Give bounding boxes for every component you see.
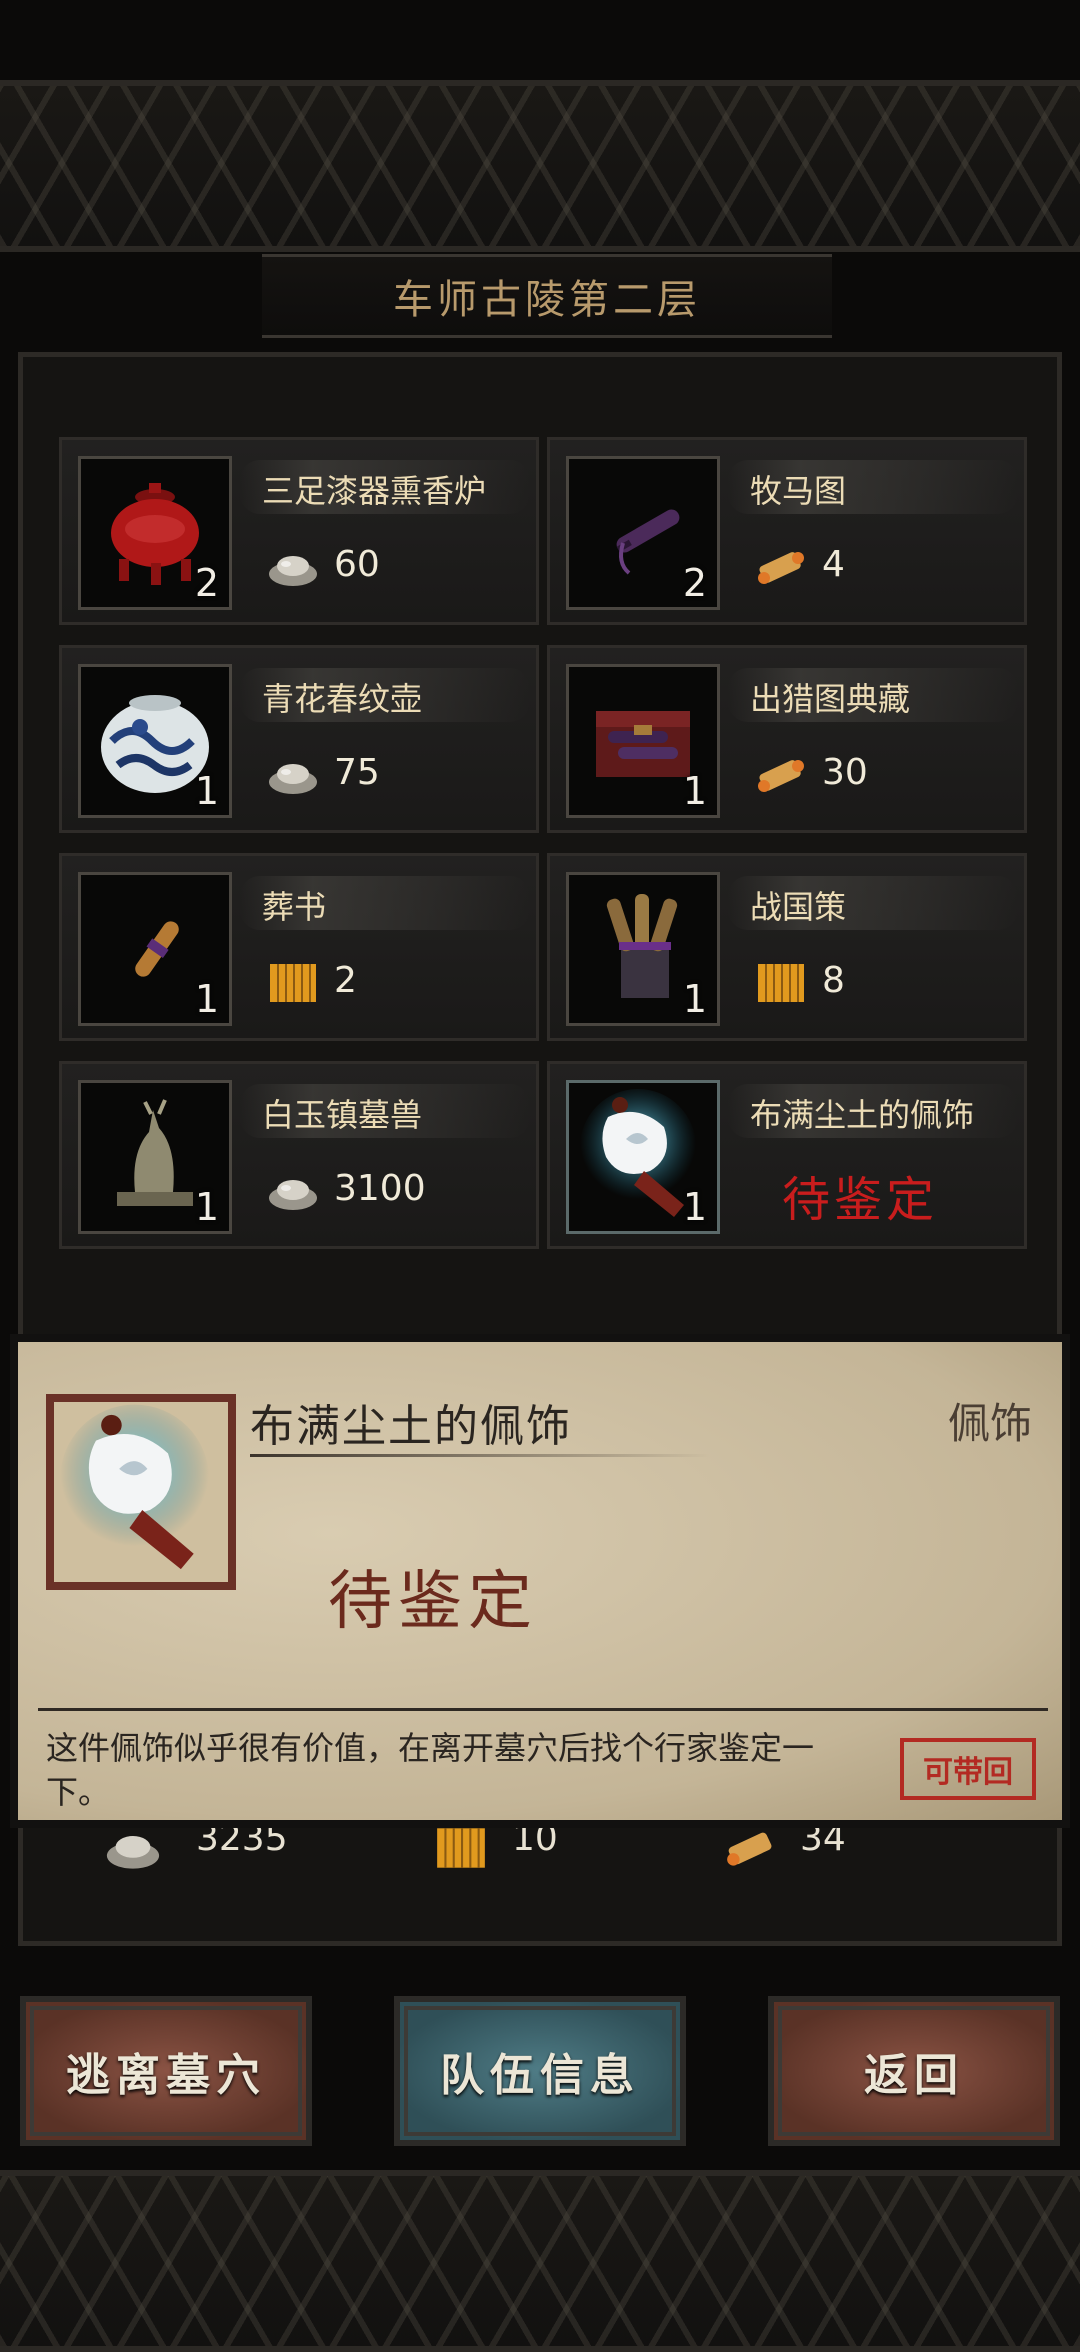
bamboo-slip-icon [270, 964, 316, 1002]
popup-item-description: 这件佩饰似乎很有价值，在离开墓穴后找个行家鉴定一下。 [46, 1729, 815, 1811]
item-quantity: 1 [682, 769, 707, 813]
team-info-button[interactable]: 队伍信息 [394, 1996, 686, 2146]
item-thumb: 1 [566, 1080, 720, 1234]
back-button[interactable]: 返回 [768, 1996, 1060, 2146]
item-price: 4 [822, 544, 845, 585]
item-thumb: 1 [566, 872, 720, 1026]
carry-back-stamp: 可带回 [900, 1738, 1036, 1800]
item-thumb: 1 [78, 1080, 232, 1234]
item-thumb: 1 [78, 872, 232, 1026]
scroll-icon [758, 552, 804, 584]
item-price: 30 [822, 752, 868, 793]
silver-icon [269, 764, 317, 794]
popup-item-name: 布满尘土的佩饰 [250, 1401, 572, 1452]
divider [38, 1708, 1048, 1711]
loot-slot[interactable]: 1 葬书 2 [59, 853, 539, 1041]
item-name: 青花春纹壶 [262, 680, 423, 718]
title-bar: 车师古陵第二层 [262, 254, 832, 338]
item-price: 75 [334, 752, 380, 793]
top-frieze [0, 80, 1080, 252]
item-thumb: 2 [566, 456, 720, 610]
popup-item-thumb [46, 1394, 236, 1590]
item-detail-popup[interactable]: 布满尘土的佩饰 佩饰 待鉴定 这件佩饰似乎很有价值，在离开墓穴后找个行家鉴定一下… [10, 1334, 1070, 1828]
escape-tomb-button[interactable]: 逃离墓穴 [20, 1996, 312, 2146]
item-quantity: 2 [682, 561, 707, 605]
loot-slot[interactable]: 2 三足漆器熏香炉 60 [59, 437, 539, 625]
item-name: 白玉镇墓兽 [262, 1096, 423, 1134]
item-thumb: 2 [78, 456, 232, 610]
loot-slot[interactable]: 1 白玉镇墓兽 3100 [59, 1061, 539, 1249]
silver-icon [269, 1180, 317, 1210]
item-price: 2 [334, 960, 357, 1001]
scroll-icon [758, 760, 804, 792]
scroll-icon [727, 1832, 772, 1866]
item-quantity: 2 [194, 561, 219, 605]
item-name: 布满尘土的佩饰 [750, 1096, 975, 1134]
loot-slot[interactable]: 1 青花春纹壶 75 [59, 645, 539, 833]
item-price: 60 [334, 544, 380, 585]
item-price: 3100 [334, 1168, 426, 1209]
item-quantity: 1 [194, 1185, 219, 1229]
item-name: 葬书 [262, 888, 327, 926]
item-name: 战国策 [750, 888, 847, 926]
item-price: 8 [822, 960, 845, 1001]
divider [250, 1454, 710, 1457]
loot-slot[interactable]: 1 出猎图典藏 30 [547, 645, 1027, 833]
bamboo-slip-icon [758, 964, 804, 1002]
loot-slot[interactable]: 2 牧马图 4 [547, 437, 1027, 625]
item-quantity: 1 [194, 769, 219, 813]
unidentified-status: 待鉴定 [782, 1172, 939, 1228]
bottom-frieze [0, 2170, 1080, 2352]
loot-slot[interactable]: 1 布满尘土的佩饰 待鉴定 [547, 1061, 1027, 1249]
bamboo-slip-icon [437, 1828, 485, 1868]
popup-item-status: 待鉴定 [328, 1565, 538, 1639]
item-thumb: 1 [78, 664, 232, 818]
item-name: 出猎图典藏 [750, 680, 911, 718]
silver-icon [106, 1836, 160, 1869]
popup-item-type: 佩饰 [947, 1399, 1032, 1448]
silver-icon [269, 556, 317, 586]
item-name: 三足漆器熏香炉 [262, 472, 487, 510]
page-title: 车师古陵第二层 [393, 277, 701, 323]
dusty-pendant-icon [60, 1404, 210, 1570]
item-quantity: 1 [682, 977, 707, 1021]
loot-slot[interactable]: 1 战国策 8 [547, 853, 1027, 1041]
item-name: 牧马图 [750, 472, 847, 510]
item-quantity: 1 [194, 977, 219, 1021]
item-quantity: 1 [682, 1185, 707, 1229]
item-thumb: 1 [566, 664, 720, 818]
